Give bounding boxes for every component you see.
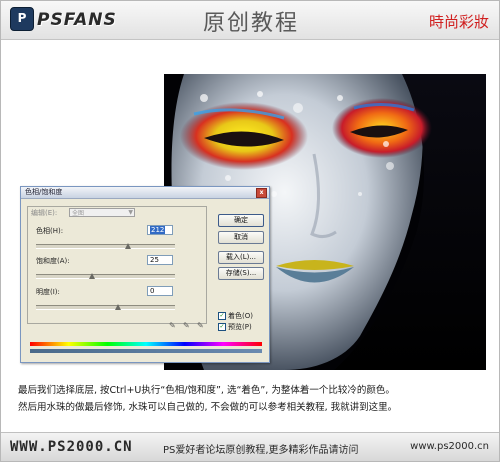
eyedropper-minus-icon[interactable]: ✎ — [197, 321, 204, 330]
load-button[interactable]: 载入(L)... — [218, 251, 264, 264]
preview-checkbox[interactable]: ✓ — [218, 323, 226, 331]
hue-slider-thumb[interactable] — [125, 243, 131, 249]
footer-note: PS爱好者论坛原创教程,更多精彩作品请访问 — [163, 445, 359, 456]
page-title: 原创教程 — [202, 11, 299, 36]
hue-label: 色相(H): — [36, 227, 64, 235]
edit-select-value: 全图 — [72, 210, 85, 217]
edit-select[interactable]: 全图 ▼ — [69, 208, 135, 217]
logo-icon: P — [10, 7, 34, 31]
header-bar: P PSFANS 原创教程 時尚彩妝 — [1, 1, 499, 40]
caption-line-1: 最后我们选择底层, 按Ctrl+U执行“色相/饱和度”, 选“着色”, 为整体着… — [18, 385, 395, 396]
category-tag: 時尚彩妝 — [428, 13, 489, 31]
lightness-slider-thumb[interactable] — [115, 304, 121, 310]
saturation-slider-track[interactable] — [36, 274, 175, 279]
lightness-label: 明度(I): — [36, 288, 60, 296]
colorize-label: 着色(O) — [228, 312, 253, 320]
footer-bar: WWW.PS2000.CN PS爱好者论坛原创教程,更多精彩作品请访问 www.… — [1, 432, 499, 461]
caption-line-2: 然后用水珠的做最后修饰, 水珠可以自己做的, 不会做的可以参考相关教程, 我就讲… — [18, 402, 398, 413]
ok-button[interactable]: 确定 — [218, 214, 264, 227]
edit-label: 编辑(E): — [31, 209, 58, 217]
saturation-input[interactable]: 25 — [147, 255, 173, 265]
tutorial-caption: 最后我们选择底层, 按Ctrl+U执行“色相/饱和度”, 选“着色”, 为整体着… — [18, 382, 488, 416]
colorize-checkbox[interactable]: ✓ — [218, 312, 226, 320]
cancel-button[interactable]: 取消 — [218, 231, 264, 244]
result-color-bar — [30, 349, 262, 353]
hue-saturation-dialog: 色相/饱和度 x 编辑(E): 全图 ▼ 色相(H): 212 饱和度(A): … — [20, 186, 270, 363]
preview-label: 预览(P) — [228, 323, 252, 331]
dialog-title: 色相/饱和度 — [21, 187, 269, 199]
hue-spectrum-bar — [30, 342, 262, 346]
hue-input[interactable]: 212 — [147, 225, 173, 235]
logo-text: PSFANS — [37, 10, 117, 30]
hue-value: 212 — [150, 226, 166, 234]
footer-site-link-right[interactable]: www.ps2000.cn — [410, 441, 489, 452]
footer-site-link-left[interactable]: WWW.PS2000.CN — [10, 439, 133, 455]
chevron-down-icon: ▼ — [128, 209, 133, 216]
save-button[interactable]: 存储(S)... — [218, 267, 264, 280]
eyedropper-icon[interactable]: ✎ — [169, 321, 176, 330]
saturation-label: 饱和度(A): — [36, 257, 70, 265]
saturation-slider-thumb[interactable] — [89, 273, 95, 279]
saturation-value: 25 — [150, 256, 159, 264]
eyedropper-plus-icon[interactable]: ✎ — [183, 321, 190, 330]
lightness-slider-track[interactable] — [36, 305, 175, 310]
close-icon[interactable]: x — [256, 188, 267, 198]
lightness-input[interactable]: 0 — [147, 286, 173, 296]
lightness-value: 0 — [150, 287, 155, 295]
hue-slider-track[interactable] — [36, 244, 175, 249]
